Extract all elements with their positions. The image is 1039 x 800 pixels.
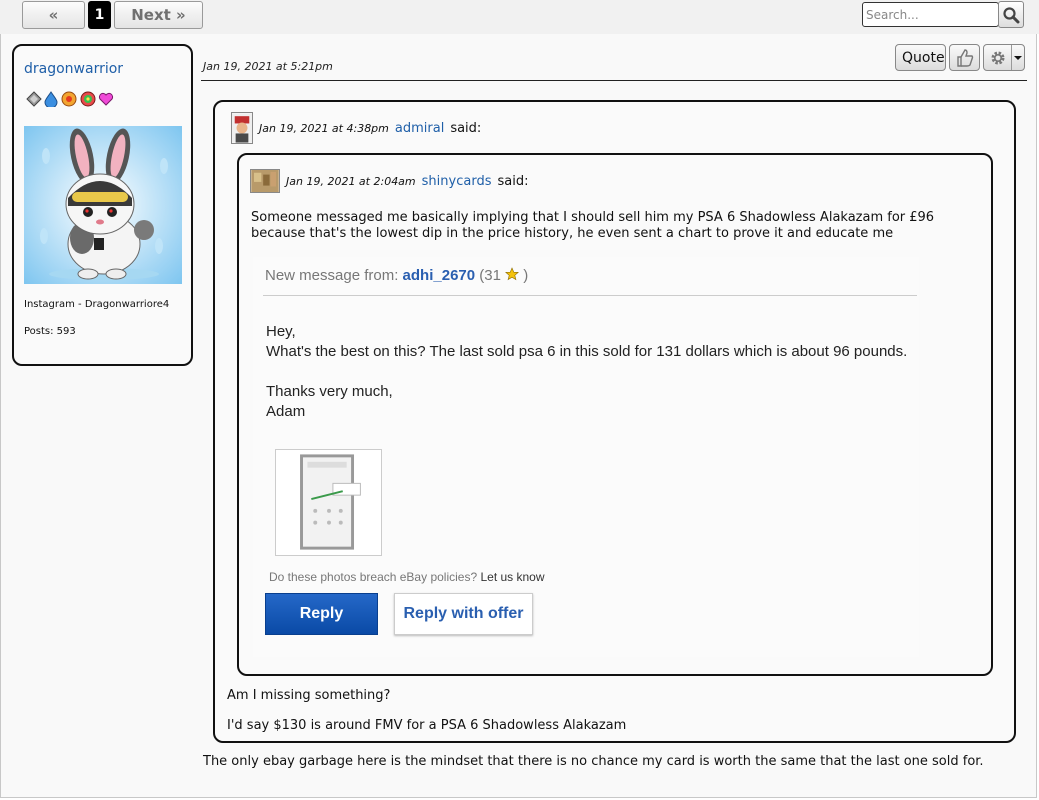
post-date: Jan 19, 2021 at 5:21pm <box>203 60 333 73</box>
post-content: dragonwarrior Instagram - Dragonwarriore… <box>0 34 1037 798</box>
ebay-policy-note: Do these photos breach eBay policies? Le… <box>269 570 545 584</box>
user-profile-card: dragonwarrior Instagram - Dragonwarriore… <box>12 44 193 366</box>
flower-badge-icon <box>80 91 96 107</box>
attached-photo-thumbnail[interactable] <box>275 449 382 556</box>
search-input[interactable] <box>862 2 999 27</box>
ebay-header-prefix: New message from: <box>265 267 399 284</box>
shinycards-avatar <box>250 169 280 193</box>
user-badges <box>26 91 114 107</box>
inner-quote-said: said: <box>497 173 529 189</box>
ebay-policy-link[interactable]: Let us know <box>480 570 544 584</box>
avatar <box>24 126 182 284</box>
profile-post-count: Posts: 593 <box>24 326 76 337</box>
inner-quote-date: Jan 19, 2021 at 2:04am <box>286 174 416 188</box>
quote-button[interactable]: Quote <box>895 44 946 71</box>
thumbs-up-icon <box>956 48 973 67</box>
ebay-greeting: Hey, <box>266 323 296 340</box>
pagination: « Prev 1 Next » <box>22 1 203 50</box>
ebay-policy-text: Do these photos breach eBay policies? <box>269 570 478 584</box>
profile-username-link[interactable]: dragonwarrior <box>24 61 123 77</box>
outer-quote-line-1: Am I missing something? <box>227 688 391 703</box>
outer-quote-said: said: <box>450 120 482 136</box>
ebay-rating-close: ) <box>523 267 529 284</box>
inner-quote-header: Jan 19, 2021 at 2:04am shinycards said: <box>250 169 528 193</box>
outer-quote-user-link[interactable]: admiral <box>395 121 444 136</box>
current-page-button[interactable]: 1 <box>88 1 111 29</box>
outer-quote: Jan 19, 2021 at 4:38pm admiral said: Jan… <box>213 100 1016 743</box>
next-page-button[interactable]: Next » <box>114 1 203 29</box>
admiral-avatar <box>231 112 253 144</box>
search-icon <box>1003 6 1020 23</box>
profile-instagram: Instagram - Dragonwarriore4 <box>24 299 170 310</box>
outer-quote-header: Jan 19, 2021 at 4:38pm admiral said: <box>231 112 481 144</box>
ebay-message-header: New message from: adhi_2670 (31 ) <box>265 267 528 284</box>
inner-quote-text: Someone messaged me basically implying t… <box>251 210 935 241</box>
reply-with-offer-button[interactable]: Reply with offer <box>394 593 533 635</box>
post-options-button[interactable] <box>983 44 1025 71</box>
ebay-divider <box>263 295 917 296</box>
star-icon <box>505 267 520 281</box>
fire-badge-icon <box>61 91 77 107</box>
heart-icon <box>98 92 114 106</box>
post-body: The only ebay garbage here is the mindse… <box>203 754 984 769</box>
ebay-signoff-name: Adam <box>266 403 306 420</box>
prev-page-button[interactable]: « Prev <box>22 1 85 50</box>
post-divider <box>201 80 1027 81</box>
ebay-sender: adhi_2670 <box>402 267 476 284</box>
ebay-thanks: Thanks very much, <box>266 383 393 400</box>
ebay-message-screenshot: New message from: adhi_2670 (31 ) Hey, W… <box>253 257 919 657</box>
gray-gem-icon <box>26 91 42 107</box>
like-button[interactable] <box>949 44 980 71</box>
reply-button[interactable]: Reply <box>265 593 378 635</box>
top-bar: « Prev 1 Next » <box>0 0 1039 50</box>
outer-quote-date: Jan 19, 2021 at 4:38pm <box>259 121 389 135</box>
ebay-body: What's the best on this? The last sold p… <box>266 343 908 360</box>
inner-quote: Jan 19, 2021 at 2:04am shinycards said: … <box>237 153 993 676</box>
search-button[interactable] <box>998 1 1024 28</box>
water-drop-icon <box>44 91 58 107</box>
gear-icon <box>991 51 1004 64</box>
chevron-down-icon <box>1014 55 1022 60</box>
inner-quote-user-link[interactable]: shinycards <box>422 174 492 189</box>
ebay-rating-open: (31 <box>479 267 501 284</box>
outer-quote-line-2: I'd say $130 is around FMV for a PSA 6 S… <box>227 718 627 733</box>
